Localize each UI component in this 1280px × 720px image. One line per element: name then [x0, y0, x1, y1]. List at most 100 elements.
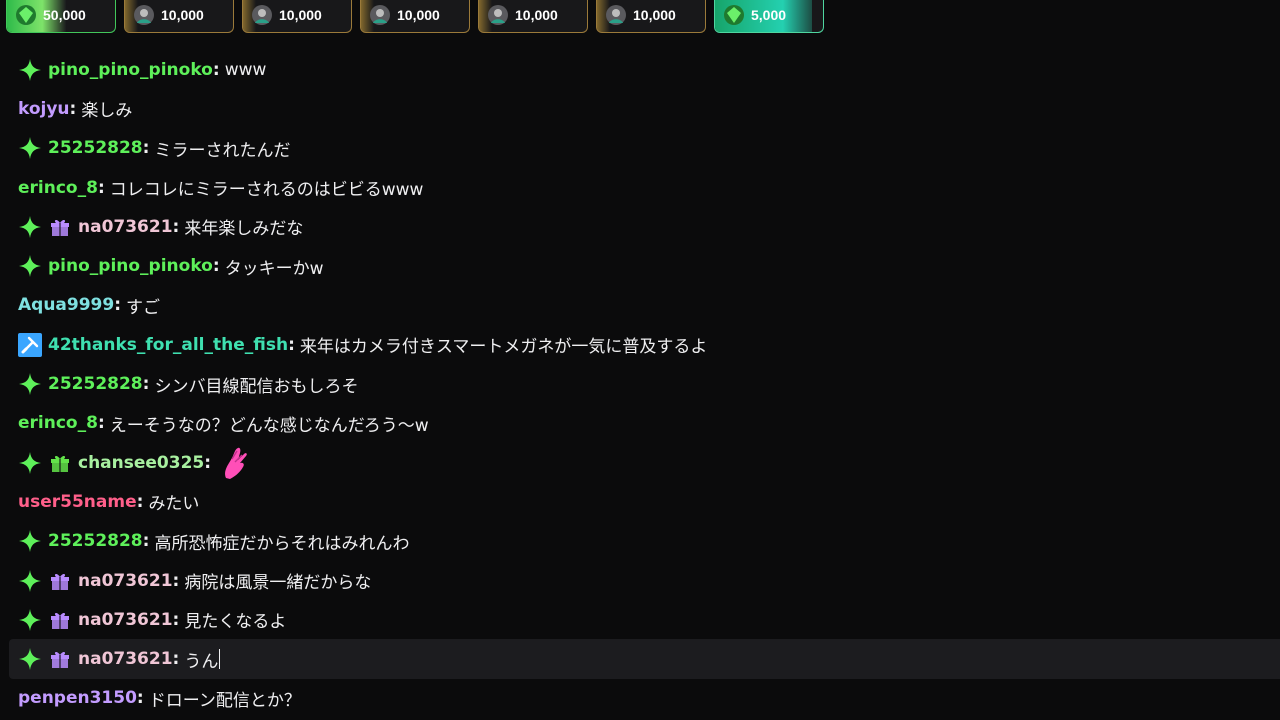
chat-username[interactable]: na073621	[78, 649, 173, 669]
sparkle-badge-icon[interactable]	[18, 372, 42, 396]
green-gem-avatar-icon	[723, 4, 745, 26]
chat-message[interactable]: na073621: 来年楽しみだな	[0, 207, 1280, 246]
sparkle-badge-icon[interactable]	[18, 529, 42, 553]
chat-message-text: 見たくなるよ	[184, 612, 287, 633]
chat-separator: :	[172, 570, 180, 591]
chat-username[interactable]: chansee0325	[78, 453, 204, 473]
leaderboard-amount: 5,000	[751, 7, 787, 23]
leaderboard-amount: 10,000	[161, 7, 204, 23]
chat-separator: :	[142, 138, 150, 159]
chat-separator: :	[142, 531, 150, 552]
chat-separator: :	[142, 374, 150, 395]
chat-message-text: 高所恐怖症だからそれはみれんわ	[154, 533, 410, 554]
chat-username[interactable]: pino_pino_pinoko	[48, 60, 213, 80]
gift-purple-badge-icon[interactable]	[48, 647, 72, 671]
chat-message[interactable]: 42thanks_for_all_the_fish: 来年はカメラ付きスマートメガ…	[0, 325, 1280, 364]
chat-message-list[interactable]: pino_pino_pinoko: www kojyu: 楽しみ 25252828: ミラ…	[0, 50, 1280, 718]
avatar-icon	[133, 4, 155, 26]
chat-message-text: うん	[184, 651, 219, 672]
chat-message[interactable]: erinco_8: コレコレにミラーされるのはビビるwww	[0, 168, 1280, 207]
chat-message-text: すご	[126, 297, 161, 318]
avatar-icon	[487, 4, 509, 26]
chat-message[interactable]: na073621: 病院は風景一緒だからな	[0, 561, 1280, 600]
sparkle-badge-icon[interactable]	[18, 608, 42, 632]
leaderboard-amount: 10,000	[397, 7, 440, 23]
chat-message[interactable]: na073621: うん	[9, 639, 1280, 679]
leaderboard-entry[interactable]: 10,000	[360, 0, 470, 33]
chat-message-text: ミラーされたんだ	[154, 140, 291, 161]
chat-separator: :	[212, 59, 220, 80]
sparkle-badge-icon[interactable]	[18, 647, 42, 671]
chat-message[interactable]: user55name: みたい	[0, 482, 1280, 521]
chat-separator: :	[114, 295, 122, 316]
chat-separator: :	[204, 452, 212, 473]
avatar-icon	[369, 4, 391, 26]
chat-message[interactable]: Aqua9999: すご	[0, 286, 1280, 325]
leaderboard-amount: 50,000	[43, 7, 86, 23]
sparkle-badge-icon[interactable]	[18, 215, 42, 239]
chat-message[interactable]: pino_pino_pinoko: www	[0, 50, 1280, 89]
bits-leaderboard: 50,000 10,000 10,000 10,000 10,000 10,000 5,00…	[0, 0, 1280, 36]
avatar-icon	[605, 4, 627, 26]
sparkle-badge-icon[interactable]	[18, 254, 42, 278]
sparkle-badge-icon[interactable]	[18, 569, 42, 593]
chat-message-text: 楽しみ	[81, 101, 133, 122]
chat-message-text: ドローン配信とか？	[148, 690, 301, 711]
chat-username[interactable]: na073621	[78, 610, 173, 630]
chat-separator: :	[172, 216, 180, 237]
sparkle-badge-icon[interactable]	[18, 58, 42, 82]
chat-message-text: コレコレにミラーされるのはビビるwww	[109, 180, 424, 201]
chat-message[interactable]: na073621: 見たくなるよ	[0, 600, 1280, 639]
chat-message[interactable]: 25252828: ミラーされたんだ	[0, 129, 1280, 168]
avatar-icon	[251, 4, 273, 26]
chat-message[interactable]: chansee0325:	[0, 443, 1280, 482]
chat-message[interactable]: 25252828: シンバ目線配信おもしろそ	[0, 364, 1280, 403]
chat-message[interactable]: pino_pino_pinoko: タッキーかw	[0, 246, 1280, 285]
leaderboard-entry[interactable]: 10,000	[596, 0, 706, 33]
leaderboard-entry[interactable]: 50,000	[6, 0, 116, 33]
chat-username[interactable]: erinco_8	[18, 178, 98, 198]
sparkle-badge-icon[interactable]	[18, 451, 42, 475]
chat-username[interactable]: na073621	[78, 571, 173, 591]
chat-separator: :	[172, 649, 180, 670]
chat-message[interactable]: 25252828: 高所恐怖症だからそれはみれんわ	[0, 522, 1280, 561]
chat-username[interactable]: erinco_8	[18, 413, 98, 433]
leaderboard-entry[interactable]: 10,000	[124, 0, 234, 33]
chat-username[interactable]: kojyu	[18, 99, 70, 119]
chat-username[interactable]: 25252828	[48, 138, 143, 158]
chat-username[interactable]: 25252828	[48, 531, 143, 551]
leaderboard-entry[interactable]: 10,000	[242, 0, 352, 33]
chat-username[interactable]: pino_pino_pinoko	[48, 256, 213, 276]
chat-separator: :	[172, 609, 180, 630]
chat-separator: :	[136, 491, 144, 512]
chat-username[interactable]: 25252828	[48, 374, 143, 394]
chat-message[interactable]: kojyu: 楽しみ	[0, 89, 1280, 128]
chat-username[interactable]: penpen3150	[18, 688, 137, 708]
chat-message-text: シンバ目線配信おもしろそ	[154, 376, 359, 397]
leaderboard-amount: 10,000	[515, 7, 558, 23]
chat-message-text: タッキーかw	[224, 258, 324, 279]
chat-separator: :	[97, 177, 105, 198]
leaderboard-entry[interactable]: 5,000	[714, 0, 824, 33]
chat-message[interactable]: erinco_8: えーそうなの？どんな感じなんだろう〜w	[0, 404, 1280, 443]
gift-purple-badge-icon[interactable]	[48, 215, 72, 239]
chat-username[interactable]: 42thanks_for_all_the_fish	[48, 335, 288, 355]
chat-message-text: 病院は風景一緒だからな	[184, 573, 372, 593]
chat-message[interactable]: penpen3150: ドローン配信とか？	[0, 679, 1280, 718]
text-cursor	[219, 649, 221, 670]
gift-purple-badge-icon[interactable]	[48, 569, 72, 593]
leaderboard-entry[interactable]: 10,000	[478, 0, 588, 33]
chat-username[interactable]: user55name	[18, 492, 137, 512]
green-gem-avatar-icon	[15, 4, 37, 26]
chat-username[interactable]: na073621	[78, 217, 173, 237]
moderator-sword-badge-icon[interactable]	[18, 332, 42, 357]
gift-green-badge-icon[interactable]	[48, 451, 72, 475]
leaderboard-amount: 10,000	[279, 7, 322, 23]
gift-purple-badge-icon[interactable]	[48, 608, 72, 632]
chat-username[interactable]: Aqua9999	[18, 295, 114, 315]
leaderboard-amount: 10,000	[633, 7, 676, 23]
sparkle-badge-icon[interactable]	[18, 136, 42, 160]
chat-message-text: 来年はカメラ付きスマートメガネが一気に普及するよ	[299, 337, 708, 358]
praying-hands-emote-icon[interactable]	[220, 445, 250, 481]
chat-message-text: みたい	[148, 494, 200, 515]
